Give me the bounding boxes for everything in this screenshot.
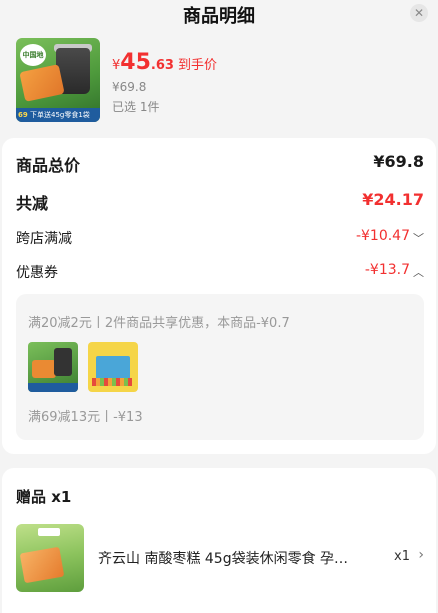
coupon-rule-1: 满20减2元丨2件商品共享优惠，本商品-¥0.7 bbox=[28, 316, 290, 331]
geo-stamp: 中国地标 bbox=[20, 44, 46, 81]
cross-store-row[interactable]: 跨店满减 -¥10.47 ﹀ bbox=[16, 228, 424, 250]
coupon-value: -¥13.7 bbox=[364, 262, 410, 278]
chevron-right-icon[interactable]: › bbox=[418, 547, 424, 563]
price-breakdown-card: 商品总价 ¥69.8 共减 ¥24.17 跨店满减 -¥10.47 ﹀ 优惠券 … bbox=[2, 138, 436, 454]
reduce-value: ¥24.17 bbox=[362, 190, 424, 209]
chevron-down-icon[interactable]: ﹀ bbox=[413, 230, 424, 246]
image-banner: 69 下单送45g零食1袋 bbox=[16, 108, 100, 122]
product-image: 中国地标 69 下单送45g零食1袋 bbox=[16, 38, 100, 122]
close-icon[interactable]: ✕ bbox=[410, 4, 428, 22]
original-price: ¥69.8 bbox=[112, 80, 147, 94]
page-title: 商品明细 bbox=[183, 6, 255, 27]
coupon-row[interactable]: 优惠券 -¥13.7 ︿ bbox=[16, 262, 424, 284]
selected-count: 已选 1件 bbox=[112, 100, 160, 114]
reduce-row: 共减 ¥24.17 bbox=[16, 190, 424, 213]
product-summary: 中国地标 69 下单送45g零食1袋 ¥45.63到手价 ¥69.8 已选 1件 bbox=[16, 38, 428, 126]
price-tag: 到手价 bbox=[177, 58, 217, 73]
cake-piece bbox=[19, 64, 65, 102]
gift-title: 赠品 x1 bbox=[16, 488, 72, 506]
gift-name[interactable]: 齐云山 南酸枣糕 45g袋装休闲零食 孕… bbox=[98, 548, 366, 568]
gift-card: 赠品 x1 齐云山 南酸枣糕 45g袋装休闲零食 孕… x1 › bbox=[2, 468, 436, 613]
coupon-rule-2: 满69减13元丨-¥13 bbox=[28, 410, 143, 425]
header: 商品明细 ✕ bbox=[0, 0, 438, 28]
cross-store-value: -¥10.47 bbox=[355, 228, 410, 244]
coupon-label: 优惠券 bbox=[16, 265, 58, 281]
chevron-up-icon[interactable]: ︿ bbox=[413, 264, 424, 280]
total-value: ¥69.8 bbox=[373, 152, 424, 171]
product-thumbnail-1 bbox=[28, 342, 78, 392]
reduce-label: 共减 bbox=[16, 194, 49, 213]
gift-image[interactable] bbox=[16, 524, 84, 592]
coupon-detail: 满20减2元丨2件商品共享优惠，本商品-¥0.7 满69减13元丨-¥13 bbox=[16, 294, 424, 440]
total-row: 商品总价 ¥69.8 bbox=[16, 152, 424, 175]
final-price: ¥45.63 到手价 bbox=[112, 50, 217, 75]
cross-store-label: 跨店满减 bbox=[16, 231, 72, 247]
total-label: 商品总价 bbox=[16, 156, 81, 175]
gift-qty: x1 bbox=[394, 549, 410, 564]
product-thumbnail-2 bbox=[88, 342, 138, 392]
